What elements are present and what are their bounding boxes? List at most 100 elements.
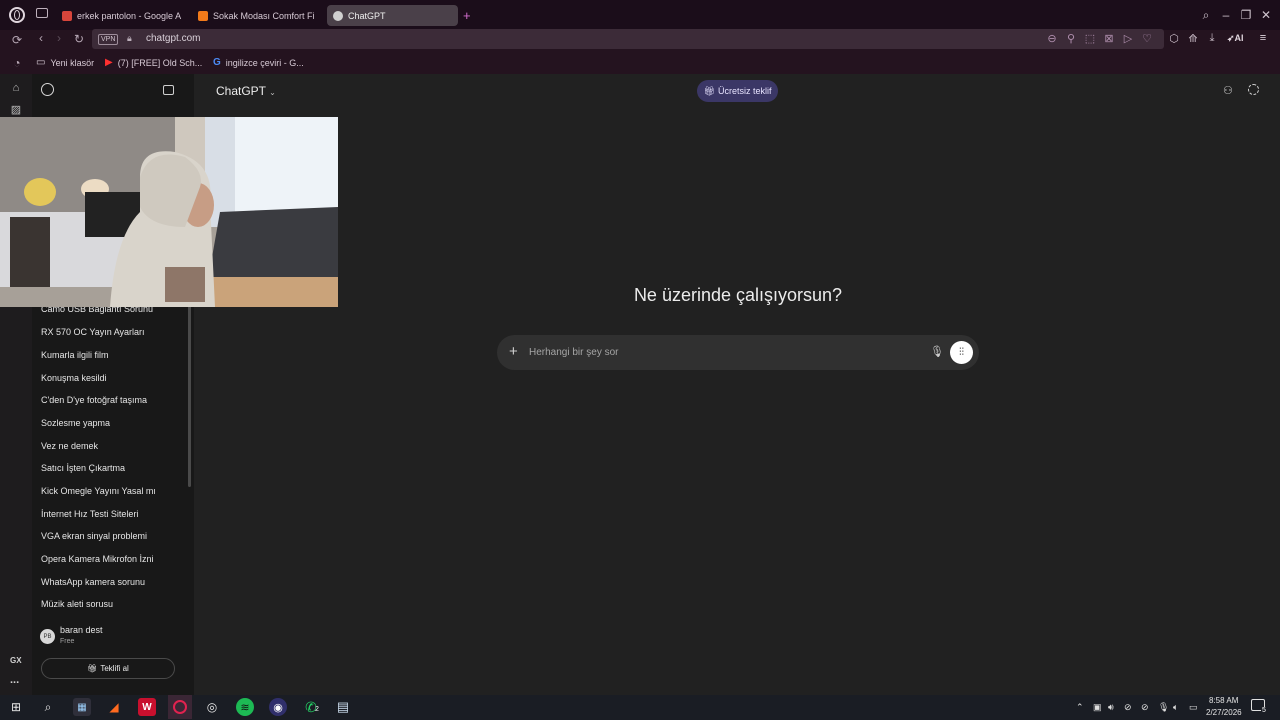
bookmark-label: Yeni klasör [50, 57, 95, 68]
avatar-initials: PB [43, 633, 52, 640]
voice-mode-button[interactable]: ⫶⫶ [950, 341, 973, 364]
sidebar-toggle-icon[interactable] [163, 85, 174, 95]
chat-history-item[interactable]: VGA ekran sinyal problemi [41, 531, 147, 541]
clock-date[interactable]: 2/27/2026 [1206, 708, 1242, 717]
opera-ring-icon [173, 700, 187, 714]
profile-icon[interactable]: ⚇ [1223, 84, 1233, 97]
search-icon[interactable]: ⌕ [39, 698, 57, 716]
chat-history-item[interactable]: Kick Omegle Yayını Yasal mı [41, 486, 156, 496]
temporary-chat-icon[interactable] [1248, 84, 1259, 95]
gift-icon: 🎁︎ [703, 85, 715, 96]
tab-google[interactable]: erkek pantolon - Google A [56, 5, 182, 26]
aria-ai-button[interactable]: ➶AI [1227, 33, 1244, 44]
vpn-badge[interactable]: VPN [98, 34, 119, 45]
back-button[interactable]: ‹ [34, 31, 48, 45]
windows-start-icon[interactable]: ⊞ [7, 698, 25, 716]
heart-icon[interactable]: ♡ [1141, 32, 1153, 45]
chat-history-item[interactable]: C'den D'ye fotoğraf taşıma [41, 395, 147, 405]
tab-search-icon[interactable] [36, 8, 48, 18]
chat-history-item[interactable]: Opera Kamera Mikrofon İzni [41, 554, 154, 564]
minimize-button[interactable]: – [1219, 8, 1233, 22]
notification-count: 5 [1261, 707, 1267, 714]
chat-history-item[interactable]: Müzik aleti sorusu [41, 599, 113, 609]
microphone-icon[interactable]: 🎙︎ [930, 345, 944, 358]
restore-button[interactable]: ❐ [1239, 8, 1253, 22]
webcam-overlay [0, 117, 338, 307]
voice-waveform-icon: ⫶⫶ [959, 347, 964, 358]
chat-history-item[interactable]: İnternet Hız Testi Siteleri [41, 509, 138, 519]
camera-app-icon[interactable]: ◎ [203, 698, 221, 716]
bookmark-label: (7) [FREE] Old Sch... [117, 57, 203, 68]
opera-gx-taskbar-icon[interactable] [168, 695, 192, 719]
user-name[interactable]: baran dest [60, 625, 103, 635]
webcam-image [0, 117, 338, 307]
chat-history-item[interactable]: Satıcı İşten Çıkartma [41, 463, 125, 473]
add-attachment-icon[interactable]: + [509, 343, 518, 360]
display-icon[interactable]: ▭ [1189, 702, 1198, 713]
prompt-input[interactable] [529, 344, 909, 360]
tab-trendyol[interactable]: Sokak Modası Comfort Fi [192, 5, 318, 26]
user-plan: Free [60, 638, 75, 645]
easy-setup-icon[interactable]: ⟰ [1187, 32, 1199, 45]
chat-history-item[interactable]: Sozlesme yapma [41, 418, 110, 428]
calculator-icon[interactable]: ▤ [334, 698, 352, 716]
store-icon[interactable]: ▦ [73, 698, 91, 716]
menu-icon[interactable]: ≡ [1257, 32, 1269, 44]
new-tab-button[interactable]: + [463, 8, 471, 23]
folder-icon: ▭ [36, 57, 46, 68]
aria-icon[interactable]: ▨ [8, 103, 24, 116]
network-off-2-icon[interactable]: ⊘ [1141, 702, 1149, 713]
tray-expand-icon[interactable]: ⌃ [1076, 702, 1084, 713]
chat-composer[interactable]: + 🎙︎ ⫶⫶ [497, 335, 979, 370]
google-icon: G [213, 57, 221, 68]
opera-logo-icon[interactable] [9, 7, 25, 23]
speaker-icon[interactable]: 🔈︎ [1173, 702, 1178, 713]
spotify-icon[interactable]: ≋ [236, 698, 254, 716]
page-headline: Ne üzerinde çalışıyorsun? [633, 285, 843, 305]
player-icon[interactable]: ▷ [1122, 32, 1134, 45]
downloads-icon[interactable]: ⤓ [1206, 32, 1218, 45]
reload-sync-icon[interactable]: ⟳ [10, 33, 24, 47]
winrar-icon[interactable]: W [138, 698, 156, 716]
gx-icon[interactable]: GX [10, 656, 22, 665]
device-icon[interactable]: ▣ [1093, 702, 1102, 713]
model-selector[interactable]: ChatGPT ⌄ [216, 84, 276, 98]
workspaces-icon[interactable]: ⌂ [8, 82, 24, 94]
more-icon[interactable]: ... [10, 674, 19, 686]
tab-label: erkek pantolon - Google A [77, 10, 182, 21]
url-text[interactable]: chatgpt.com [146, 33, 200, 44]
user-avatar[interactable]: PB [40, 629, 55, 644]
pin-icon[interactable]: ⚲ [1065, 32, 1077, 45]
extensions-icon[interactable]: ⬡ [1168, 32, 1180, 45]
chat-history-item[interactable]: Konuşma kesildi [41, 373, 107, 383]
microphone-tray-icon[interactable]: 🎙︎ [1158, 702, 1169, 713]
adblock-icon[interactable]: ⊠ [1103, 32, 1115, 45]
speed-dial-icon[interactable]: ◔ [10, 56, 24, 70]
get-offer-button[interactable]: 🎁︎ Teklifi al [41, 658, 175, 679]
bookmark-youtube[interactable]: ▶ (7) [FREE] Old Sch... [105, 57, 202, 68]
tab-chatgpt[interactable]: ChatGPT [327, 5, 458, 26]
chat-history-item[interactable]: WhatsApp kamera sorunu [41, 577, 145, 587]
chat-history-item[interactable]: Kumarla ilgili film [41, 350, 109, 360]
close-window-button[interactable]: ✕ [1259, 8, 1273, 22]
chat-history-item[interactable]: RX 570 OC Yayın Ayarları [41, 327, 145, 337]
get-offer-label: Teklifi al [100, 664, 129, 673]
app-dark-icon[interactable]: ◢ [105, 698, 123, 716]
snapshot-icon[interactable]: ⬚ [1084, 32, 1096, 45]
obs-icon[interactable]: ◉ [269, 698, 287, 716]
zoom-icon[interactable]: ⊖ [1046, 32, 1058, 45]
address-bar[interactable] [92, 29, 1164, 49]
bookmark-yeni-klasor[interactable]: ▭ Yeni klasör [36, 57, 94, 68]
volume-tray-icon[interactable]: 🔊︎ [1108, 702, 1114, 713]
clock-time[interactable]: 8:58 AM [1209, 696, 1238, 705]
free-offer-badge[interactable]: 🎁︎ Ücretsiz teklif [697, 80, 778, 102]
forward-button[interactable]: › [52, 31, 66, 45]
ai-label: AI [1234, 33, 1244, 43]
hb-favicon-icon [198, 10, 208, 21]
chat-history-item[interactable]: Vez ne demek [41, 441, 98, 451]
reload-button[interactable]: ↻ [72, 32, 86, 46]
chatgpt-logo-icon[interactable] [41, 83, 54, 96]
network-off-icon[interactable]: ⊘ [1124, 702, 1132, 713]
search-tabs-icon[interactable]: ⌕ [1199, 8, 1213, 23]
bookmark-google-translate[interactable]: G ingilizce çeviri - G... [213, 57, 304, 68]
